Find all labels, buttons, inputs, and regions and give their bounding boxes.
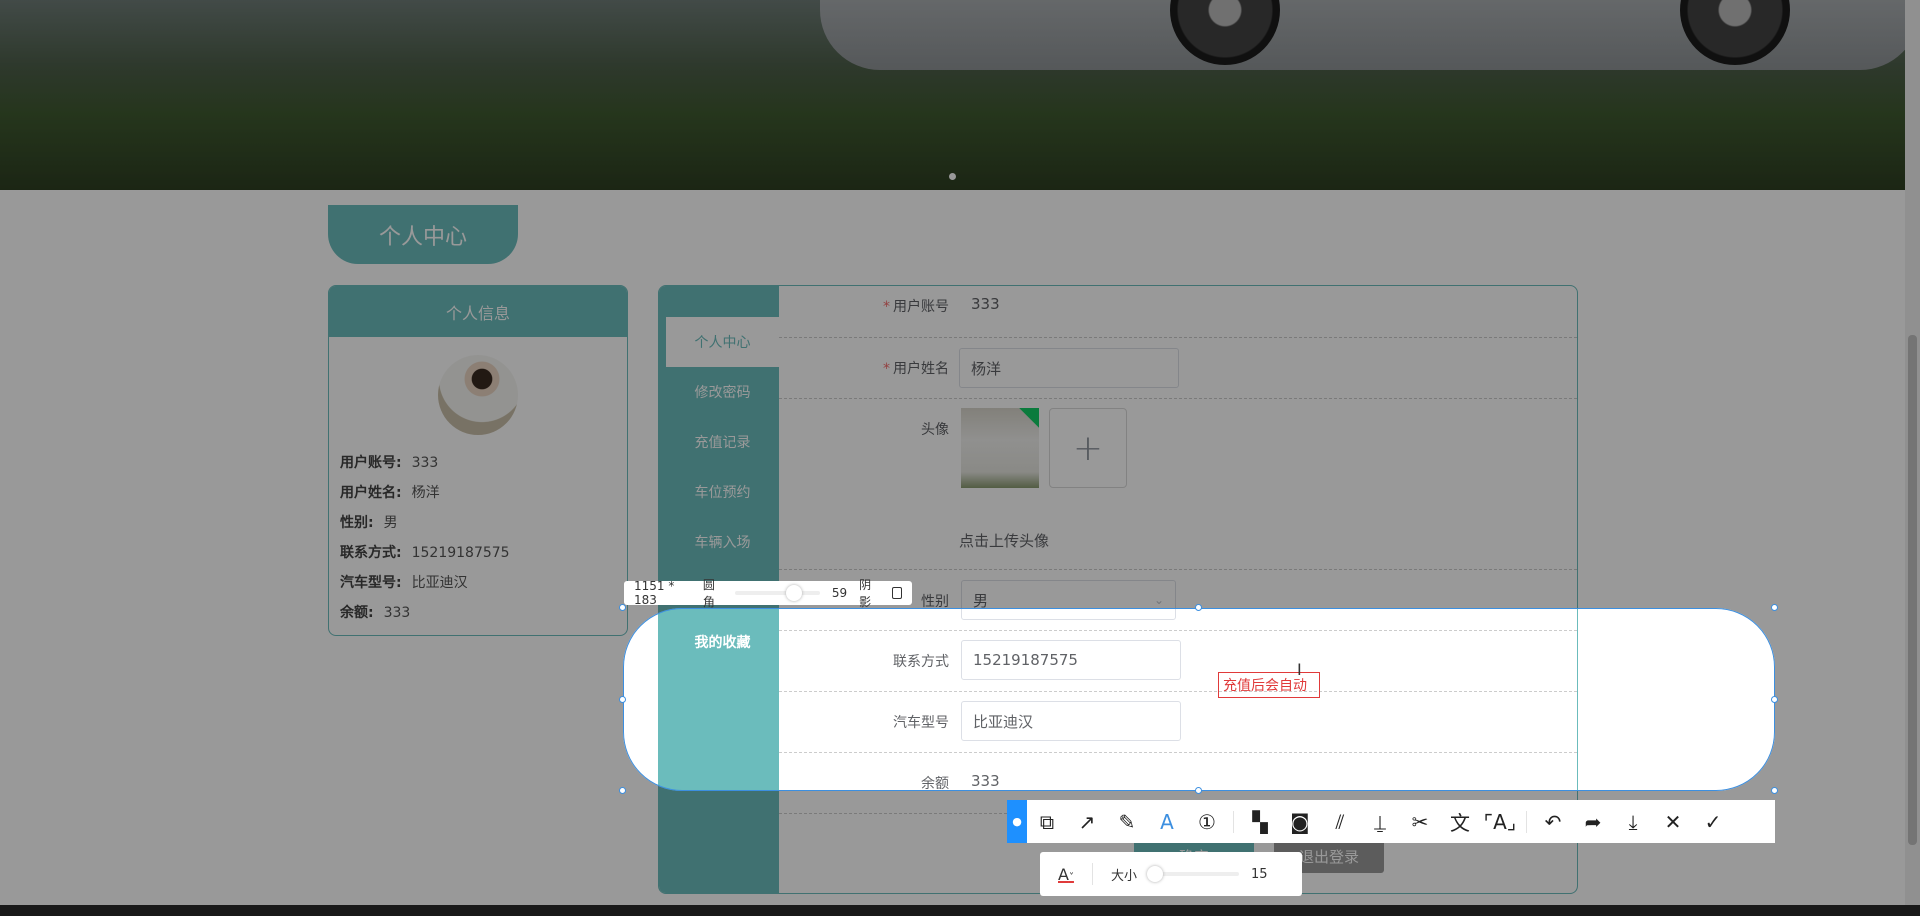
divider bbox=[779, 630, 1577, 631]
balance-label: 余额 bbox=[921, 776, 949, 792]
info-row: 性别: 男 bbox=[340, 515, 398, 531]
shadow-checkbox[interactable] bbox=[891, 587, 902, 599]
nav-change-password[interactable]: 修改密码 bbox=[666, 367, 779, 417]
car-model-input[interactable]: 比亚迪汉 bbox=[961, 701, 1181, 741]
personal-info-card: 个人信息 用户账号: 333 用户姓名: 杨洋 性别: 男 联系方式: 15219187… bbox=[328, 285, 628, 636]
divider bbox=[779, 691, 1577, 692]
taskbar-edge bbox=[0, 905, 1920, 916]
mosaic-tool-icon[interactable]: ▚ bbox=[1240, 800, 1280, 843]
uploaded-avatar-thumbnail[interactable] bbox=[961, 408, 1039, 488]
separator bbox=[1526, 810, 1527, 833]
undo-icon[interactable]: ↶ bbox=[1533, 800, 1573, 843]
pen-tool-icon[interactable]: ✎ bbox=[1107, 800, 1147, 843]
banner-carousel[interactable] bbox=[0, 0, 1905, 190]
text-style-bar: A˅ 大小 15 bbox=[1040, 852, 1302, 896]
info-row: 联系方式: 15219187575 bbox=[340, 545, 510, 561]
text-cursor-icon: I bbox=[1297, 660, 1302, 679]
name-input[interactable]: 杨洋 bbox=[959, 348, 1179, 388]
selection-size-popup: 1151 * 183 圆角 59 阴影 bbox=[624, 578, 912, 609]
nav-vehicle-entry[interactable]: 车辆入场 bbox=[666, 517, 779, 567]
divider bbox=[779, 337, 1577, 338]
size-readout: 1151 * 183 bbox=[634, 579, 675, 607]
resize-handle[interactable] bbox=[1771, 696, 1778, 703]
nav-personal-center[interactable]: 个人中心 bbox=[666, 317, 779, 367]
slider-knob[interactable] bbox=[1146, 866, 1163, 882]
avatar-label: 头像 bbox=[921, 422, 949, 438]
resize-handle[interactable] bbox=[619, 696, 626, 703]
gender-select[interactable]: 男 ⌄ bbox=[961, 580, 1176, 620]
info-row: 余额: 333 bbox=[340, 605, 411, 621]
separator bbox=[1233, 810, 1234, 833]
account-value: 333 bbox=[971, 295, 1000, 313]
blur-tool-icon[interactable]: ◙ bbox=[1280, 800, 1320, 843]
car-model-label: 汽车型号 bbox=[893, 715, 949, 731]
nav-my-favorites[interactable]: 我的收藏 bbox=[666, 617, 779, 667]
shape-tool-icon[interactable]: ⧉ bbox=[1027, 800, 1067, 843]
resize-handle[interactable] bbox=[619, 604, 626, 611]
balance-value: 333 bbox=[971, 772, 1000, 790]
chevron-down-icon: ⌄ bbox=[1153, 593, 1164, 607]
info-row: 用户账号: 333 bbox=[340, 455, 439, 471]
font-size-value: 15 bbox=[1250, 866, 1268, 882]
text-tool-icon[interactable]: A bbox=[1147, 800, 1187, 843]
resize-handle[interactable] bbox=[1195, 787, 1202, 794]
confirm-check-icon[interactable]: ✓ bbox=[1693, 800, 1733, 843]
close-icon[interactable]: ✕ bbox=[1653, 800, 1693, 843]
radius-value: 59 bbox=[831, 586, 848, 600]
font-size-slider[interactable] bbox=[1146, 866, 1239, 882]
info-card-title: 个人信息 bbox=[329, 286, 627, 337]
number-tool-icon[interactable]: ① bbox=[1187, 800, 1227, 843]
nav-parking-reservation[interactable]: 车位预约 bbox=[666, 467, 779, 517]
divider bbox=[779, 569, 1577, 570]
slider-knob[interactable] bbox=[786, 585, 803, 601]
page-title: 个人中心 bbox=[328, 205, 518, 264]
phone-input[interactable]: 15219187575 bbox=[961, 640, 1181, 680]
account-label: * 用户账号 bbox=[883, 299, 949, 315]
resize-handle[interactable] bbox=[1771, 604, 1778, 611]
resize-handle[interactable] bbox=[1771, 787, 1778, 794]
phone-label: 联系方式 bbox=[893, 654, 949, 670]
avatar bbox=[438, 355, 518, 435]
info-row: 用户姓名: 杨洋 bbox=[340, 485, 440, 501]
carousel-indicator[interactable] bbox=[949, 173, 956, 180]
separator bbox=[1091, 863, 1093, 885]
pin-to-screen-icon[interactable]: ⍊ bbox=[1360, 800, 1400, 843]
resize-handle[interactable] bbox=[619, 787, 626, 794]
font-size-label: 大小 bbox=[1110, 868, 1137, 884]
divider bbox=[779, 398, 1577, 399]
divider bbox=[779, 752, 1577, 753]
download-icon[interactable]: ⤓ bbox=[1613, 800, 1653, 843]
radius-slider[interactable] bbox=[735, 585, 820, 601]
arrow-tool-icon[interactable]: ↗ bbox=[1067, 800, 1107, 843]
hatch-tool-icon[interactable]: ⫽ bbox=[1320, 800, 1360, 843]
scrollbar-thumb[interactable] bbox=[1908, 335, 1917, 845]
resize-handle[interactable] bbox=[1195, 604, 1202, 611]
radius-label: 圆角 bbox=[702, 578, 715, 609]
success-check-icon bbox=[1019, 408, 1039, 428]
text-annotation-input[interactable]: 充值后会自动 bbox=[1218, 672, 1320, 698]
screenshot-toolbar: ● ⧉ ↗ ✎ A ① ▚ ◙ ⫽ ⍊ ✂ 文 ⌜A⌟ ↶ ➦ ⤓ ✕ ✓ bbox=[1007, 800, 1775, 843]
shadow-label: 阴影 bbox=[859, 578, 872, 609]
nav-recharge-records[interactable]: 充值记录 bbox=[666, 417, 779, 467]
text-color-picker-icon[interactable]: A˅ bbox=[1058, 865, 1074, 884]
scissors-icon[interactable]: ✂ bbox=[1400, 800, 1440, 843]
name-label: * 用户姓名 bbox=[883, 361, 949, 377]
upload-avatar-button[interactable]: + bbox=[1049, 408, 1127, 488]
share-icon[interactable]: ➦ bbox=[1573, 800, 1613, 843]
info-row: 汽车型号: 比亚迪汉 bbox=[340, 575, 468, 591]
pin-icon[interactable]: ● bbox=[1007, 800, 1027, 843]
translate-icon[interactable]: 文 bbox=[1440, 800, 1480, 843]
upload-hint[interactable]: 点击上传头像 bbox=[959, 530, 1049, 551]
ocr-icon[interactable]: ⌜A⌟ bbox=[1480, 800, 1520, 843]
